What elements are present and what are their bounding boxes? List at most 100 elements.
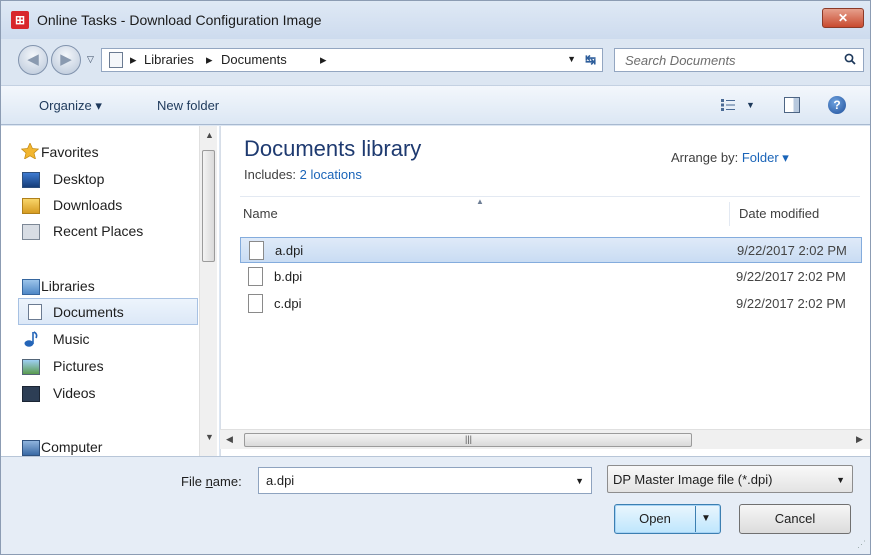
breadcrumb-separator-icon[interactable]: ▸ bbox=[206, 52, 213, 68]
open-button[interactable]: Open ▼ bbox=[614, 504, 721, 534]
scroll-down-icon[interactable]: ▼ bbox=[205, 432, 214, 442]
organize-button[interactable]: Organize ▾ bbox=[39, 98, 102, 114]
sort-ascending-icon: ▲ bbox=[476, 197, 484, 206]
arrange-by: Arrange by: Folder ▾ bbox=[671, 150, 789, 166]
change-view-icon[interactable] bbox=[721, 98, 735, 112]
scroll-right-icon[interactable]: ▶ bbox=[856, 434, 863, 445]
command-bar: Organize ▾ New folder ▼ ? bbox=[1, 85, 870, 125]
documents-icon bbox=[28, 304, 42, 320]
file-name-value: a.dpi bbox=[266, 473, 295, 488]
new-folder-button[interactable]: New folder bbox=[157, 98, 219, 113]
open-options-dropdown-icon[interactable]: ▼ bbox=[701, 505, 711, 533]
nav-documents[interactable]: Documents bbox=[53, 304, 124, 320]
arrange-label: Arrange by: bbox=[671, 150, 739, 165]
breadcrumb-separator-icon[interactable]: ▸ bbox=[320, 52, 327, 68]
column-separator[interactable] bbox=[729, 202, 730, 226]
file-type-dropdown-icon[interactable]: ▼ bbox=[836, 475, 845, 485]
file-name-label-accesskey: n bbox=[205, 474, 213, 489]
file-dialog: ⊞ Online Tasks - Download Configuration … bbox=[0, 0, 871, 555]
file-row[interactable]: b.dpi 9/22/2017 2:02 PM bbox=[240, 264, 862, 290]
file-name: b.dpi bbox=[274, 269, 303, 284]
nav-favorites[interactable]: Favorites bbox=[41, 144, 99, 160]
nav-videos[interactable]: Videos bbox=[53, 385, 96, 401]
breadcrumb-separator-icon[interactable]: ▸ bbox=[130, 52, 137, 68]
search-placeholder: Search Documents bbox=[625, 53, 736, 68]
nav-recent-places[interactable]: Recent Places bbox=[53, 223, 143, 239]
address-dropdown-icon[interactable]: ▼ bbox=[567, 54, 576, 64]
recent-pages-dropdown[interactable]: ▽ bbox=[87, 54, 94, 65]
file-icon bbox=[249, 241, 264, 260]
file-name-label-post: ame: bbox=[212, 474, 242, 489]
scrollbar-grip-icon: ||| bbox=[465, 434, 473, 444]
file-name: c.dpi bbox=[274, 296, 302, 311]
favorites-star-icon bbox=[21, 143, 39, 159]
search-icon[interactable] bbox=[844, 53, 856, 65]
pictures-icon bbox=[22, 359, 40, 375]
close-button[interactable]: ✕ bbox=[822, 8, 864, 28]
nav-music[interactable]: Music bbox=[53, 331, 90, 347]
computer-icon bbox=[22, 440, 40, 456]
file-type-select[interactable]: DP Master Image file (*.dpi) ▼ bbox=[607, 465, 853, 493]
nav-libraries[interactable]: Libraries bbox=[41, 278, 95, 294]
refresh-icon[interactable]: ↹ bbox=[585, 52, 596, 68]
music-icon bbox=[24, 331, 38, 347]
scroll-up-icon[interactable]: ▲ bbox=[205, 130, 214, 140]
file-row[interactable]: c.dpi 9/22/2017 2:02 PM bbox=[240, 291, 862, 317]
nav-scrollbar[interactable]: ▲ ▼ bbox=[199, 126, 217, 456]
nav-computer[interactable]: Computer bbox=[41, 439, 102, 455]
libraries-icon bbox=[22, 279, 40, 295]
resize-grip-icon[interactable]: ⋰ bbox=[857, 539, 866, 550]
nav-desktop[interactable]: Desktop bbox=[53, 171, 104, 187]
column-header-date[interactable]: Date modified bbox=[739, 206, 819, 221]
file-date: 9/22/2017 2:02 PM bbox=[736, 269, 846, 284]
open-split-divider bbox=[695, 506, 696, 532]
scroll-left-icon[interactable]: ◀ bbox=[226, 434, 233, 445]
includes-label: Includes: bbox=[244, 167, 297, 182]
downloads-folder-icon bbox=[22, 198, 40, 214]
file-list-pane: Documents library Includes: 2 locations … bbox=[220, 126, 870, 456]
search-box[interactable]: Search Documents bbox=[614, 48, 864, 72]
nav-scrollbar-thumb[interactable] bbox=[202, 150, 215, 262]
app-logo-icon: ⊞ bbox=[11, 11, 29, 29]
desktop-icon bbox=[22, 172, 40, 188]
help-icon[interactable]: ? bbox=[828, 96, 846, 114]
column-header-name[interactable]: Name bbox=[243, 206, 278, 221]
arrange-by-dropdown[interactable]: Folder ▾ bbox=[742, 150, 789, 165]
file-icon bbox=[248, 267, 263, 286]
file-name-dropdown-icon[interactable]: ▼ bbox=[575, 476, 584, 486]
back-button[interactable]: ◀ bbox=[18, 45, 48, 75]
file-name-input[interactable]: a.dpi ▼ bbox=[258, 467, 592, 494]
address-row: ◀ ▶ ▽ ▸ Libraries ▸ Documents ▸ ▼ ↹ Sear… bbox=[1, 39, 870, 85]
nav-pictures[interactable]: Pictures bbox=[53, 358, 104, 374]
view-options-dropdown-icon[interactable]: ▼ bbox=[746, 100, 755, 110]
header-divider bbox=[240, 196, 860, 197]
nav-downloads[interactable]: Downloads bbox=[53, 197, 122, 213]
preview-pane-icon[interactable] bbox=[784, 97, 800, 113]
file-row[interactable]: a.dpi 9/22/2017 2:02 PM bbox=[240, 237, 862, 263]
file-name-label-pre: File bbox=[181, 474, 206, 489]
navigation-pane: Favorites Desktop Downloads Recent Place… bbox=[1, 126, 219, 456]
open-button-label: Open bbox=[639, 511, 671, 526]
file-date: 9/22/2017 2:02 PM bbox=[736, 296, 846, 311]
file-date: 9/22/2017 2:02 PM bbox=[737, 243, 847, 258]
breadcrumb-libraries[interactable]: Libraries bbox=[144, 52, 194, 67]
file-name: a.dpi bbox=[275, 243, 304, 258]
address-bar[interactable]: ▸ Libraries ▸ Documents ▸ ▼ ↹ bbox=[101, 48, 603, 72]
h-scrollbar-thumb[interactable]: ||| bbox=[244, 433, 692, 447]
library-includes: Includes: 2 locations bbox=[244, 167, 362, 182]
dialog-footer: File name: a.dpi ▼ DP Master Image file … bbox=[1, 456, 870, 554]
forward-button[interactable]: ▶ bbox=[51, 45, 81, 75]
file-type-value: DP Master Image file (*.dpi) bbox=[613, 472, 773, 487]
file-icon bbox=[248, 294, 263, 313]
cancel-button[interactable]: Cancel bbox=[739, 504, 851, 534]
library-title: Documents library bbox=[244, 136, 422, 161]
locations-link[interactable]: 2 locations bbox=[300, 167, 362, 182]
videos-icon bbox=[22, 386, 40, 402]
window-title: Online Tasks - Download Configuration Im… bbox=[37, 12, 322, 28]
recent-places-icon bbox=[22, 224, 40, 240]
breadcrumb-documents[interactable]: Documents bbox=[221, 52, 287, 67]
title-bar: ⊞ Online Tasks - Download Configuration … bbox=[1, 1, 870, 39]
file-name-label: File name: bbox=[181, 474, 242, 489]
library-icon bbox=[109, 52, 123, 68]
file-list-h-scrollbar[interactable]: ◀ ||| ▶ bbox=[220, 429, 870, 449]
